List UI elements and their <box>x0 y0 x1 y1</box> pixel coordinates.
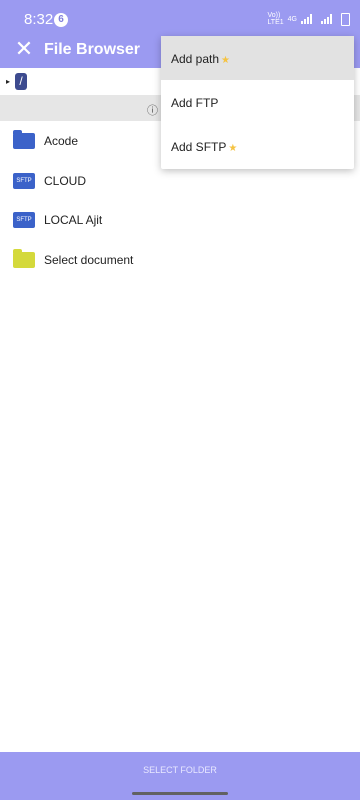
menu-label-text: Add path <box>171 52 220 66</box>
folder-icon <box>13 248 35 268</box>
menu-label-text: Add SFTP <box>171 140 227 154</box>
sftp-icon: SFTP <box>13 172 35 189</box>
list-item-label: Select document <box>44 252 134 267</box>
list-item-label: Acode <box>44 134 79 148</box>
sftp-icon: SFTP <box>13 212 35 228</box>
signal-icon <box>301 14 317 24</box>
signal-icon-2 <box>321 14 337 24</box>
volte-label: Vo)) <box>267 12 281 19</box>
folder-icon <box>13 130 35 149</box>
system-icons: Vo)) LTE1 4G <box>267 12 350 26</box>
menu-item-label: Add SFTP ★ <box>171 140 237 154</box>
menu-item-label: Add path ★ <box>171 52 230 66</box>
4g-label: 4G <box>287 15 297 23</box>
close-button[interactable]: ✕ <box>12 38 36 62</box>
close-icon: ✕ <box>14 36 34 61</box>
menu-item-add-path[interactable]: Add path ★ <box>161 36 354 80</box>
menu-item-add-sftp[interactable]: Add SFTP ★ <box>161 124 354 168</box>
network-label: Vo)) LTE1 <box>267 12 283 26</box>
star-icon: ★ <box>221 55 231 66</box>
chevron-right-icon: ▸ <box>6 77 11 86</box>
overflow-menu: Add path ★ Add FTP Add SFTP ★ <box>161 36 354 169</box>
bottom-bar: SELECT FOLDER <box>0 752 360 800</box>
select-folder-button[interactable]: SELECT FOLDER <box>0 765 360 775</box>
status-time: 8:32 <box>24 11 54 28</box>
list-item-local-ajit[interactable]: SFTP LOCAL Ajit <box>0 200 360 240</box>
menu-item-label: Add FTP <box>171 96 218 110</box>
list-item-label: CLOUD <box>44 173 87 188</box>
page-title: File Browser <box>44 41 141 58</box>
menu-item-add-ftp[interactable]: Add FTP <box>161 80 354 124</box>
list-item-label: LOCAL Ajit <box>44 213 103 227</box>
notification-badge: 6 <box>54 13 68 27</box>
home-indicator[interactable] <box>132 792 228 795</box>
list-item-select-document[interactable]: Select document <box>0 240 360 280</box>
menu-label-text: Add FTP <box>171 96 219 110</box>
star-icon: ★ <box>228 143 238 154</box>
lte-label: LTE1 <box>267 19 284 26</box>
breadcrumb-root[interactable]: / <box>15 73 27 90</box>
battery-icon <box>341 12 350 26</box>
status-bar: 8:32 6 Vo)) LTE1 4G <box>0 0 360 36</box>
